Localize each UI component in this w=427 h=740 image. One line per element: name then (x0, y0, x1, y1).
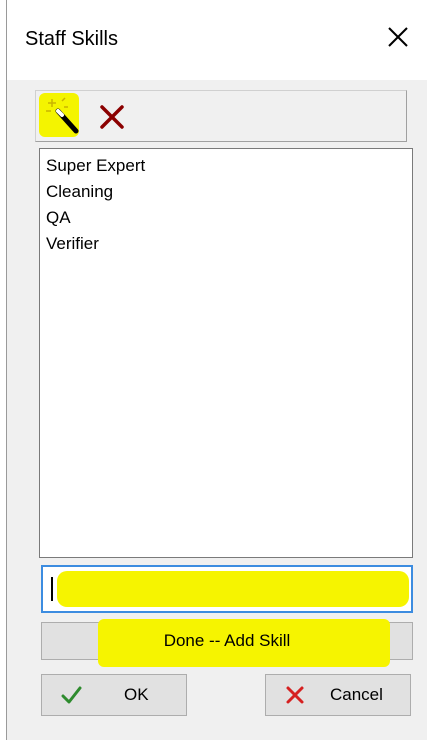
title-bar: Staff Skills (7, 0, 427, 80)
list-item[interactable]: Super Expert (46, 153, 406, 179)
ok-label: OK (124, 685, 149, 704)
new-skill-input[interactable] (55, 575, 399, 605)
close-icon (388, 27, 408, 47)
cancel-x-icon (286, 686, 304, 704)
delete-skill-button[interactable] (92, 95, 132, 137)
new-skill-field[interactable] (41, 565, 413, 613)
staff-skills-dialog: Staff Skills Super Expert Cleaning QA Ve… (6, 0, 427, 740)
skills-listbox[interactable]: Super Expert Cleaning QA Verifier (39, 148, 413, 558)
skills-toolbar (35, 90, 407, 142)
cancel-button[interactable]: Cancel (265, 674, 411, 716)
list-item[interactable]: Cleaning (46, 179, 406, 205)
done-add-skill-label: Done -- Add Skill (163, 631, 291, 650)
dialog-title: Staff Skills (25, 28, 118, 50)
list-item[interactable]: QA (46, 205, 406, 231)
list-item[interactable]: Verifier (46, 231, 406, 257)
add-skill-wand-button[interactable] (42, 95, 82, 137)
delete-x-icon (100, 105, 124, 129)
cancel-label: Cancel (330, 685, 383, 704)
checkmark-icon (61, 686, 82, 704)
magic-wand-icon (46, 97, 79, 134)
text-caret (51, 577, 53, 601)
done-add-skill-button[interactable]: Done -- Add Skill (41, 619, 413, 667)
close-button[interactable] (383, 22, 413, 52)
ok-button[interactable]: OK (41, 674, 187, 716)
